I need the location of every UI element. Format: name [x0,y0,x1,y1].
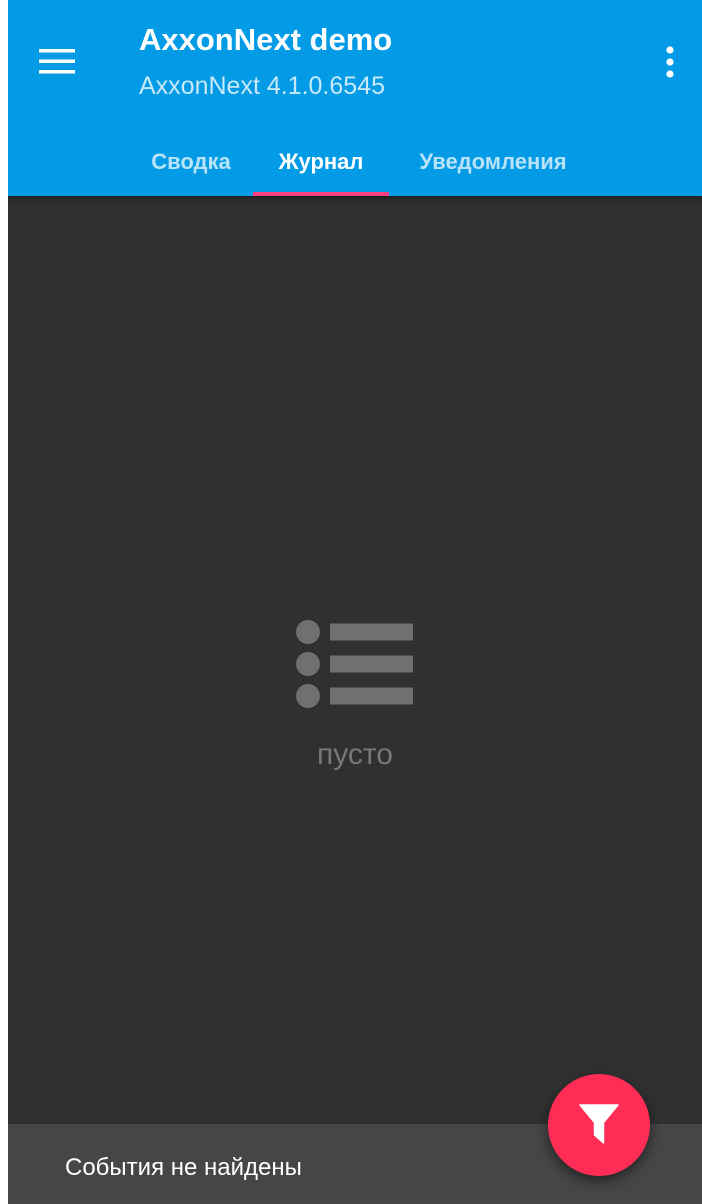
overflow-menu-button[interactable] [648,36,692,88]
list-icon [296,620,413,708]
app-title: AxxonNext demo [139,22,393,57]
empty-state-text: пусто [317,738,393,771]
tab-indicator [253,192,389,196]
filter-button[interactable] [548,1074,650,1176]
filter-icon [579,1104,619,1144]
hamburger-menu-icon [39,49,75,74]
empty-state: пусто [8,620,702,772]
app-screen: AxxonNext demo AxxonNext 4.1.0.6545 Свод… [8,0,702,1204]
app-subtitle: AxxonNext 4.1.0.6545 [139,72,385,100]
menu-button[interactable] [30,34,84,88]
snackbar-message: События не найдены [65,1154,302,1181]
tab-notifications[interactable]: Уведомления [400,128,586,196]
more-vert-icon [666,46,674,78]
tab-bar: Сводка Журнал Уведомления [8,128,702,196]
app-bar: AxxonNext demo AxxonNext 4.1.0.6545 Свод… [8,0,702,196]
tab-summary[interactable]: Сводка [132,128,250,196]
tab-journal[interactable]: Журнал [256,128,386,196]
